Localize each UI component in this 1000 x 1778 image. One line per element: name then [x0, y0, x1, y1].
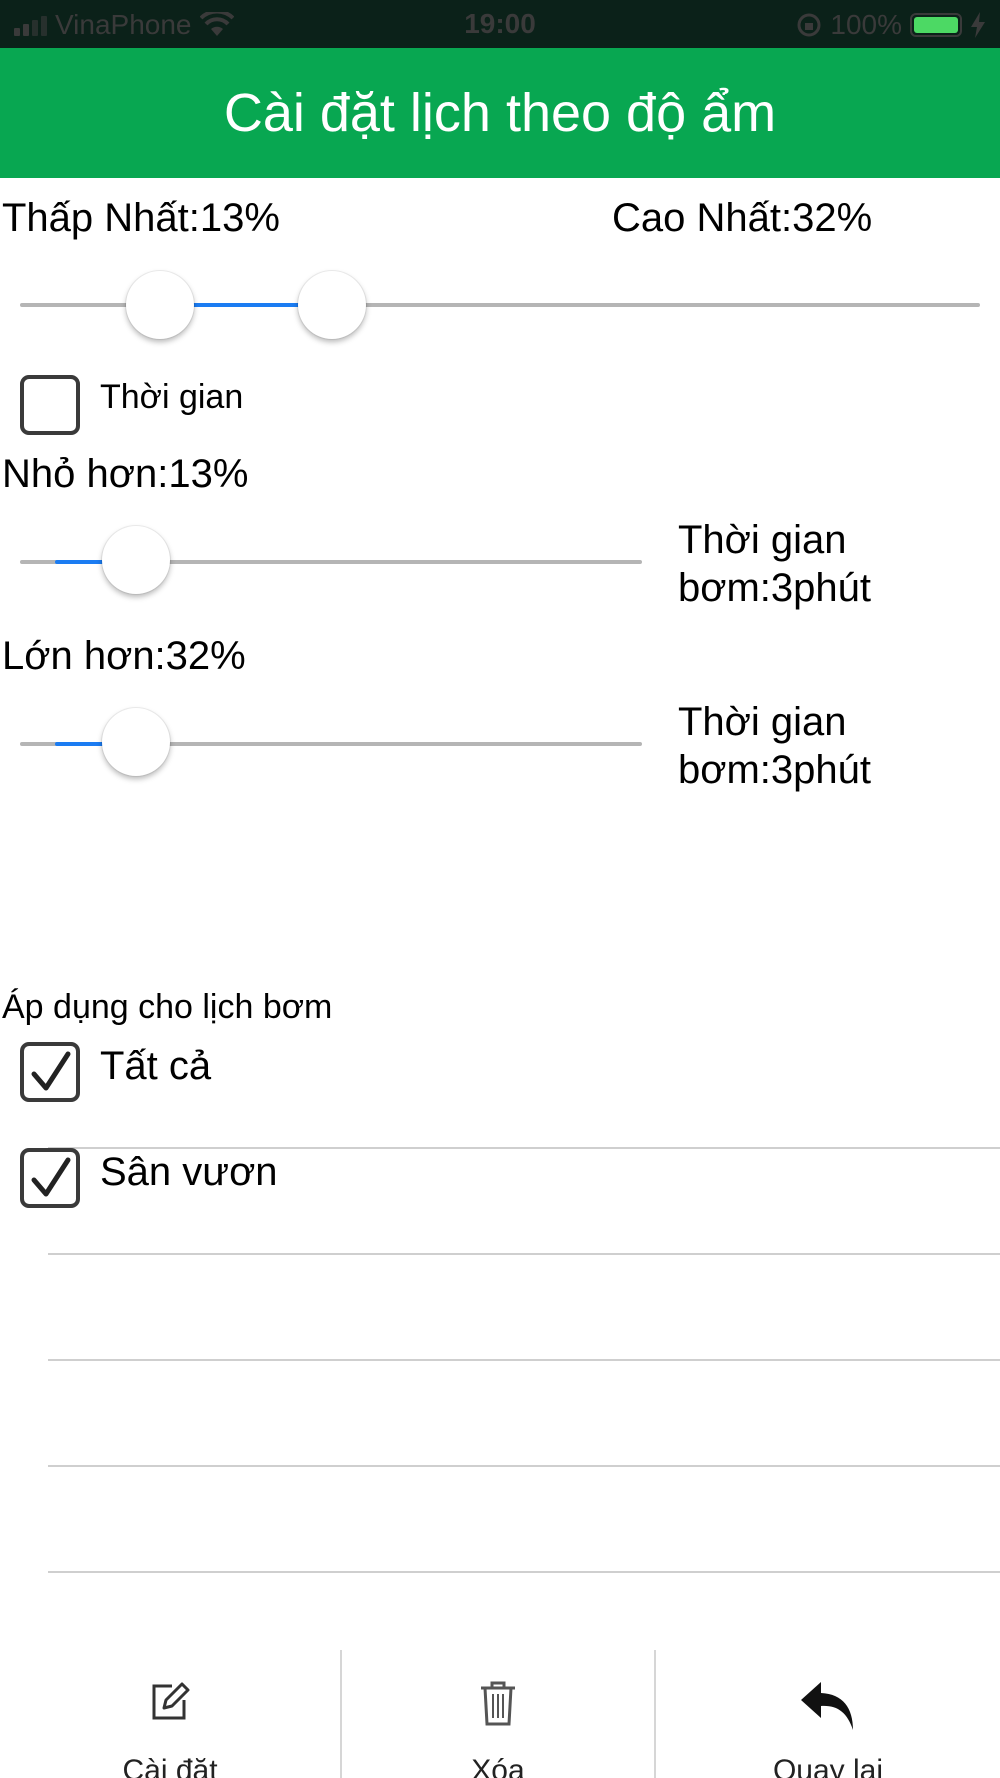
all-pumps-checkbox[interactable]: [20, 1042, 80, 1102]
garden-pump-checkbox[interactable]: [20, 1148, 80, 1208]
checkmark-icon: [31, 1157, 71, 1197]
settings-button[interactable]: Cài đặt: [0, 1650, 340, 1778]
page-title: Cài đặt lịch theo độ ẩm: [0, 48, 1000, 178]
list-separator: [48, 1147, 1000, 1149]
max-humidity-label: Cao Nhất:32%: [612, 196, 873, 240]
back-button[interactable]: Quay lại: [656, 1650, 1000, 1778]
status-right: 100%: [796, 9, 986, 41]
trash-icon: [481, 1681, 515, 1726]
delete-label: Xóa: [471, 1754, 525, 1778]
charging-icon: [971, 12, 985, 38]
all-pumps-label: Tất cả: [100, 1044, 212, 1088]
min-humidity-label: Thấp Nhất:13%: [2, 196, 280, 240]
time-checkbox[interactable]: [20, 375, 80, 435]
lower-slider-thumb[interactable]: [102, 526, 170, 594]
range-slider-max-thumb[interactable]: [298, 271, 366, 339]
higher-threshold-label: Lớn hơn:32%: [2, 634, 246, 678]
range-slider-min-thumb[interactable]: [126, 271, 194, 339]
battery-icon: [910, 13, 962, 37]
back-label: Quay lại: [772, 1754, 884, 1778]
higher-pump-time-line2: bơm:3phút: [678, 748, 872, 792]
list-separator: [48, 1571, 1000, 1573]
checkmark-icon: [31, 1051, 71, 1091]
list-separator: [48, 1465, 1000, 1467]
list-separator: [48, 1253, 1000, 1255]
list-separator: [48, 1359, 1000, 1361]
undo-icon: [801, 1682, 853, 1730]
lower-pump-time-line1: Thời gian: [678, 518, 847, 562]
apply-section-title: Áp dụng cho lịch bơm: [2, 988, 333, 1026]
higher-slider-thumb[interactable]: [102, 708, 170, 776]
status-bar: VinaPhone 19:00 100%: [0, 0, 1000, 48]
delete-button[interactable]: Xóa: [342, 1650, 654, 1778]
battery-percent: 100%: [830, 9, 902, 40]
time-checkbox-label: Thời gian: [100, 378, 244, 416]
higher-pump-time-line1: Thời gian: [678, 700, 847, 744]
garden-pump-label: Sân vươn: [100, 1150, 278, 1194]
settings-label: Cài đặt: [122, 1754, 218, 1778]
lock-rotation-icon: [797, 13, 821, 37]
edit-icon: [152, 1682, 190, 1720]
lower-threshold-label: Nhỏ hơn:13%: [2, 452, 249, 496]
lower-pump-time-line2: bơm:3phút: [678, 566, 872, 610]
